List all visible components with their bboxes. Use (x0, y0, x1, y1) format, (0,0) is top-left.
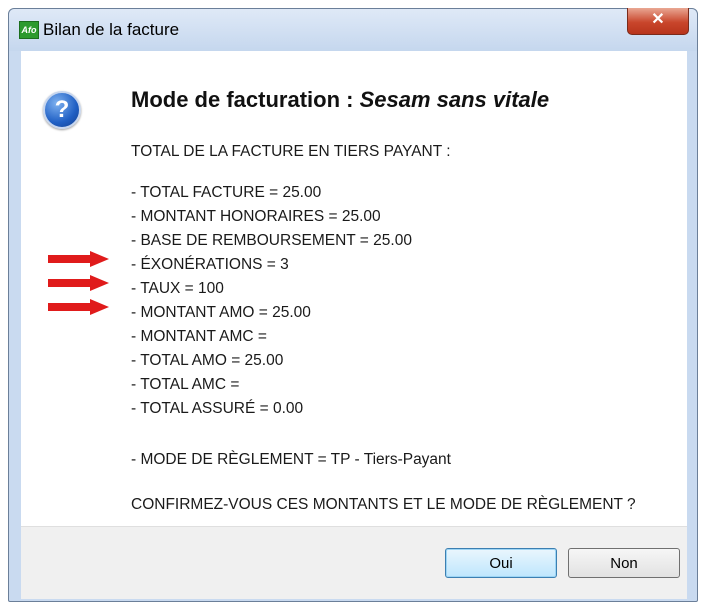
close-button[interactable]: ✕ (627, 8, 689, 35)
red-arrow-icon (48, 299, 109, 315)
window-title: Bilan de la facture (43, 20, 180, 39)
invoice-intro: TOTAL DE LA FACTURE EN TIERS PAYANT : (131, 143, 451, 160)
dialog-window: Afo Bilan de la facture ✕ ? Mode de fact… (8, 8, 698, 602)
line-montant-amo: - MONTANT AMO = 25.00 (131, 304, 311, 321)
line-montant-honoraires: - MONTANT HONORAIRES = 25.00 (131, 208, 381, 225)
line-total-assure: - TOTAL ASSURÉ = 0.00 (131, 400, 304, 417)
red-arrow-icon (48, 275, 109, 291)
dialog-content: ? Mode de facturation : Sesam sans vital… (21, 51, 687, 526)
app-logo-icon: Afo (19, 21, 39, 39)
line-total-facture: - TOTAL FACTURE = 25.00 (131, 184, 322, 201)
line-montant-amc: - MONTANT AMC = (131, 328, 267, 345)
no-button[interactable]: Non (568, 548, 680, 578)
line-total-amo: - TOTAL AMO = 25.00 (131, 352, 284, 369)
dialog-footer: Oui Non (21, 526, 687, 599)
yes-button[interactable]: Oui (445, 548, 557, 578)
confirm-question: CONFIRMEZ-VOUS CES MONTANTS ET LE MODE D… (131, 496, 636, 513)
payment-mode: - MODE DE RÈGLEMENT = TP - Tiers-Payant (131, 451, 451, 468)
red-arrow-icon (48, 251, 109, 267)
line-taux: - TAUX = 100 (131, 280, 224, 297)
title-bar[interactable]: Afo Bilan de la facture ✕ (9, 8, 697, 51)
question-icon: ? (43, 91, 81, 129)
billing-mode-heading: Mode de facturation : Sesam sans vitale (131, 87, 550, 112)
billing-mode-value: Sesam sans vitale (359, 87, 550, 112)
line-exonerations: - ÉXONÉRATIONS = 3 (131, 256, 289, 273)
line-total-amc: - TOTAL AMC = (131, 376, 240, 393)
line-base-remboursement: - BASE DE REMBOURSEMENT = 25.00 (131, 232, 412, 249)
